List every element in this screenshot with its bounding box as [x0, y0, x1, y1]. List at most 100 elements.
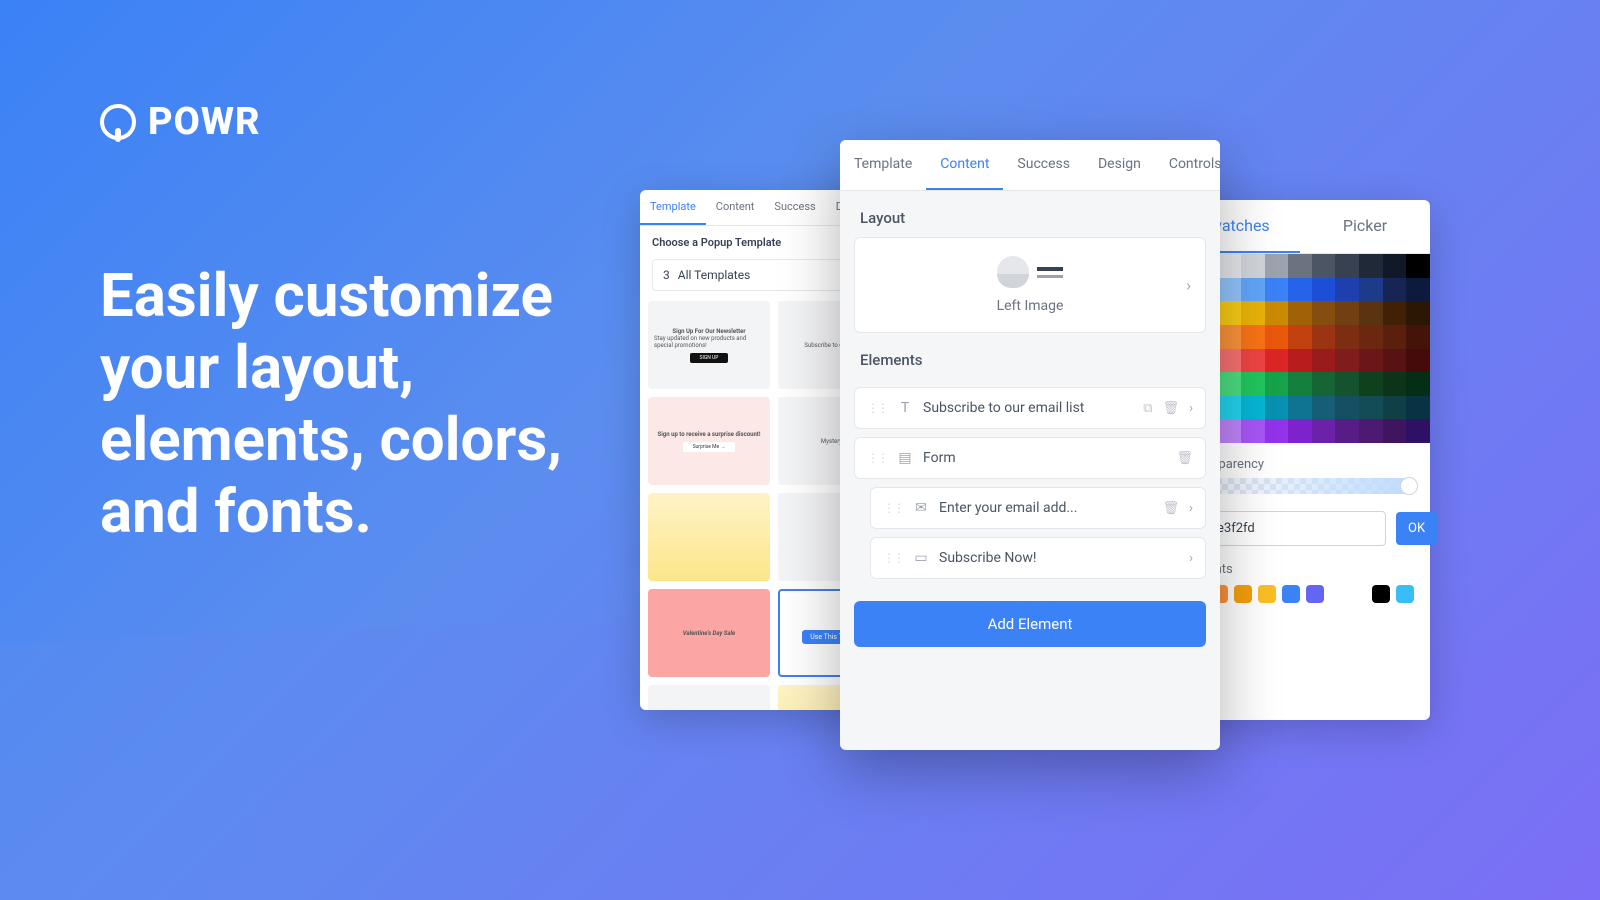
tab-picker[interactable]: Picker: [1300, 200, 1430, 253]
swatch[interactable]: [1288, 419, 1312, 443]
swatch[interactable]: [1312, 396, 1336, 420]
template-card[interactable]: Sign Up For Our NewsletterStay updated o…: [648, 301, 770, 389]
recent-swatch[interactable]: [1258, 585, 1276, 603]
swatch[interactable]: [1241, 349, 1265, 373]
swatch[interactable]: [1288, 396, 1312, 420]
swatch[interactable]: [1312, 325, 1336, 349]
swatch[interactable]: [1265, 301, 1289, 325]
tab-template[interactable]: Template: [840, 140, 926, 190]
drag-handle-icon[interactable]: ⋮⋮: [867, 401, 887, 415]
swatch[interactable]: [1359, 325, 1383, 349]
trash-icon[interactable]: 🗑: [1163, 401, 1180, 416]
hex-input[interactable]: [1198, 511, 1386, 546]
swatch[interactable]: [1335, 325, 1359, 349]
swatch[interactable]: [1383, 419, 1407, 443]
swatch[interactable]: [1217, 419, 1241, 443]
trash-icon[interactable]: 🗑: [1176, 451, 1193, 466]
swatch[interactable]: [1312, 372, 1336, 396]
swatch[interactable]: [1383, 372, 1407, 396]
tab-success[interactable]: Success: [764, 190, 825, 225]
swatch[interactable]: [1288, 372, 1312, 396]
template-card[interactable]: Sign up for our newsletter to stay in th…: [648, 685, 770, 710]
swatch[interactable]: [1217, 396, 1241, 420]
swatch[interactable]: [1359, 396, 1383, 420]
swatch[interactable]: [1335, 349, 1359, 373]
swatch[interactable]: [1312, 278, 1336, 302]
swatch[interactable]: [1312, 419, 1336, 443]
swatch[interactable]: [1359, 349, 1383, 373]
swatch[interactable]: [1406, 278, 1430, 302]
template-card[interactable]: Sign up to receive a surprise discount!S…: [648, 397, 770, 485]
swatch[interactable]: [1335, 301, 1359, 325]
add-element-button[interactable]: Add Element: [854, 601, 1206, 647]
swatch[interactable]: [1265, 325, 1289, 349]
tab-success[interactable]: Success: [1003, 140, 1084, 190]
layout-selector[interactable]: Left Image ›: [854, 237, 1206, 333]
swatch[interactable]: [1335, 396, 1359, 420]
swatch[interactable]: [1406, 372, 1430, 396]
swatch[interactable]: [1406, 254, 1430, 278]
swatch[interactable]: [1217, 372, 1241, 396]
swatch[interactable]: [1288, 301, 1312, 325]
swatch[interactable]: [1406, 419, 1430, 443]
recent-swatch[interactable]: [1282, 585, 1300, 603]
swatch[interactable]: [1265, 396, 1289, 420]
recent-swatch[interactable]: [1306, 585, 1324, 603]
ok-button[interactable]: OK: [1396, 512, 1437, 545]
template-card[interactable]: Valentine's Day Sale: [648, 589, 770, 677]
tab-content[interactable]: Content: [926, 140, 1003, 190]
drag-handle-icon[interactable]: ⋮⋮: [883, 501, 903, 515]
slider-thumb[interactable]: [1400, 477, 1418, 495]
swatch[interactable]: [1406, 349, 1430, 373]
tab-content[interactable]: Content: [706, 190, 765, 225]
swatch[interactable]: [1241, 419, 1265, 443]
swatch[interactable]: [1241, 325, 1265, 349]
recent-swatch[interactable]: [1234, 585, 1252, 603]
copy-icon[interactable]: ⧉: [1143, 401, 1152, 416]
swatch[interactable]: [1359, 278, 1383, 302]
swatch[interactable]: [1406, 396, 1430, 420]
swatch[interactable]: [1383, 278, 1407, 302]
swatch[interactable]: [1383, 396, 1407, 420]
swatch[interactable]: [1383, 301, 1407, 325]
swatch[interactable]: [1312, 349, 1336, 373]
element-text[interactable]: ⋮⋮ T Subscribe to our email list ⧉ 🗑 ›: [854, 387, 1206, 429]
swatch[interactable]: [1241, 254, 1265, 278]
swatch[interactable]: [1383, 349, 1407, 373]
drag-handle-icon[interactable]: ⋮⋮: [883, 551, 903, 565]
element-form[interactable]: ⋮⋮ ▤ Form 🗑: [854, 437, 1206, 479]
trash-icon[interactable]: 🗑: [1163, 501, 1180, 516]
swatch[interactable]: [1265, 372, 1289, 396]
swatch[interactable]: [1406, 301, 1430, 325]
swatch[interactable]: [1265, 419, 1289, 443]
swatch[interactable]: [1265, 254, 1289, 278]
drag-handle-icon[interactable]: ⋮⋮: [867, 451, 887, 465]
swatch[interactable]: [1335, 419, 1359, 443]
recent-swatch[interactable]: [1372, 585, 1390, 603]
swatch[interactable]: [1312, 301, 1336, 325]
swatch[interactable]: [1288, 325, 1312, 349]
swatch[interactable]: [1241, 301, 1265, 325]
tab-controls[interactable]: Controls: [1155, 140, 1236, 190]
swatch[interactable]: [1359, 254, 1383, 278]
swatch[interactable]: [1335, 372, 1359, 396]
swatch[interactable]: [1406, 325, 1430, 349]
swatch[interactable]: [1217, 301, 1241, 325]
swatch[interactable]: [1241, 372, 1265, 396]
transparency-slider[interactable]: [1186, 478, 1414, 494]
swatch[interactable]: [1217, 325, 1241, 349]
swatch[interactable]: [1217, 254, 1241, 278]
swatch[interactable]: [1265, 278, 1289, 302]
swatch[interactable]: [1312, 254, 1336, 278]
swatch[interactable]: [1288, 254, 1312, 278]
swatch[interactable]: [1383, 254, 1407, 278]
swatch[interactable]: [1383, 325, 1407, 349]
swatch[interactable]: [1335, 278, 1359, 302]
recent-swatch[interactable]: [1396, 585, 1414, 603]
swatch[interactable]: [1241, 396, 1265, 420]
swatch[interactable]: [1359, 301, 1383, 325]
element-button[interactable]: ⋮⋮ ▭ Subscribe Now! ›: [870, 537, 1206, 579]
element-email[interactable]: ⋮⋮ ✉ Enter your email add... 🗑 ›: [870, 487, 1206, 529]
swatch[interactable]: [1217, 278, 1241, 302]
swatch[interactable]: [1217, 349, 1241, 373]
